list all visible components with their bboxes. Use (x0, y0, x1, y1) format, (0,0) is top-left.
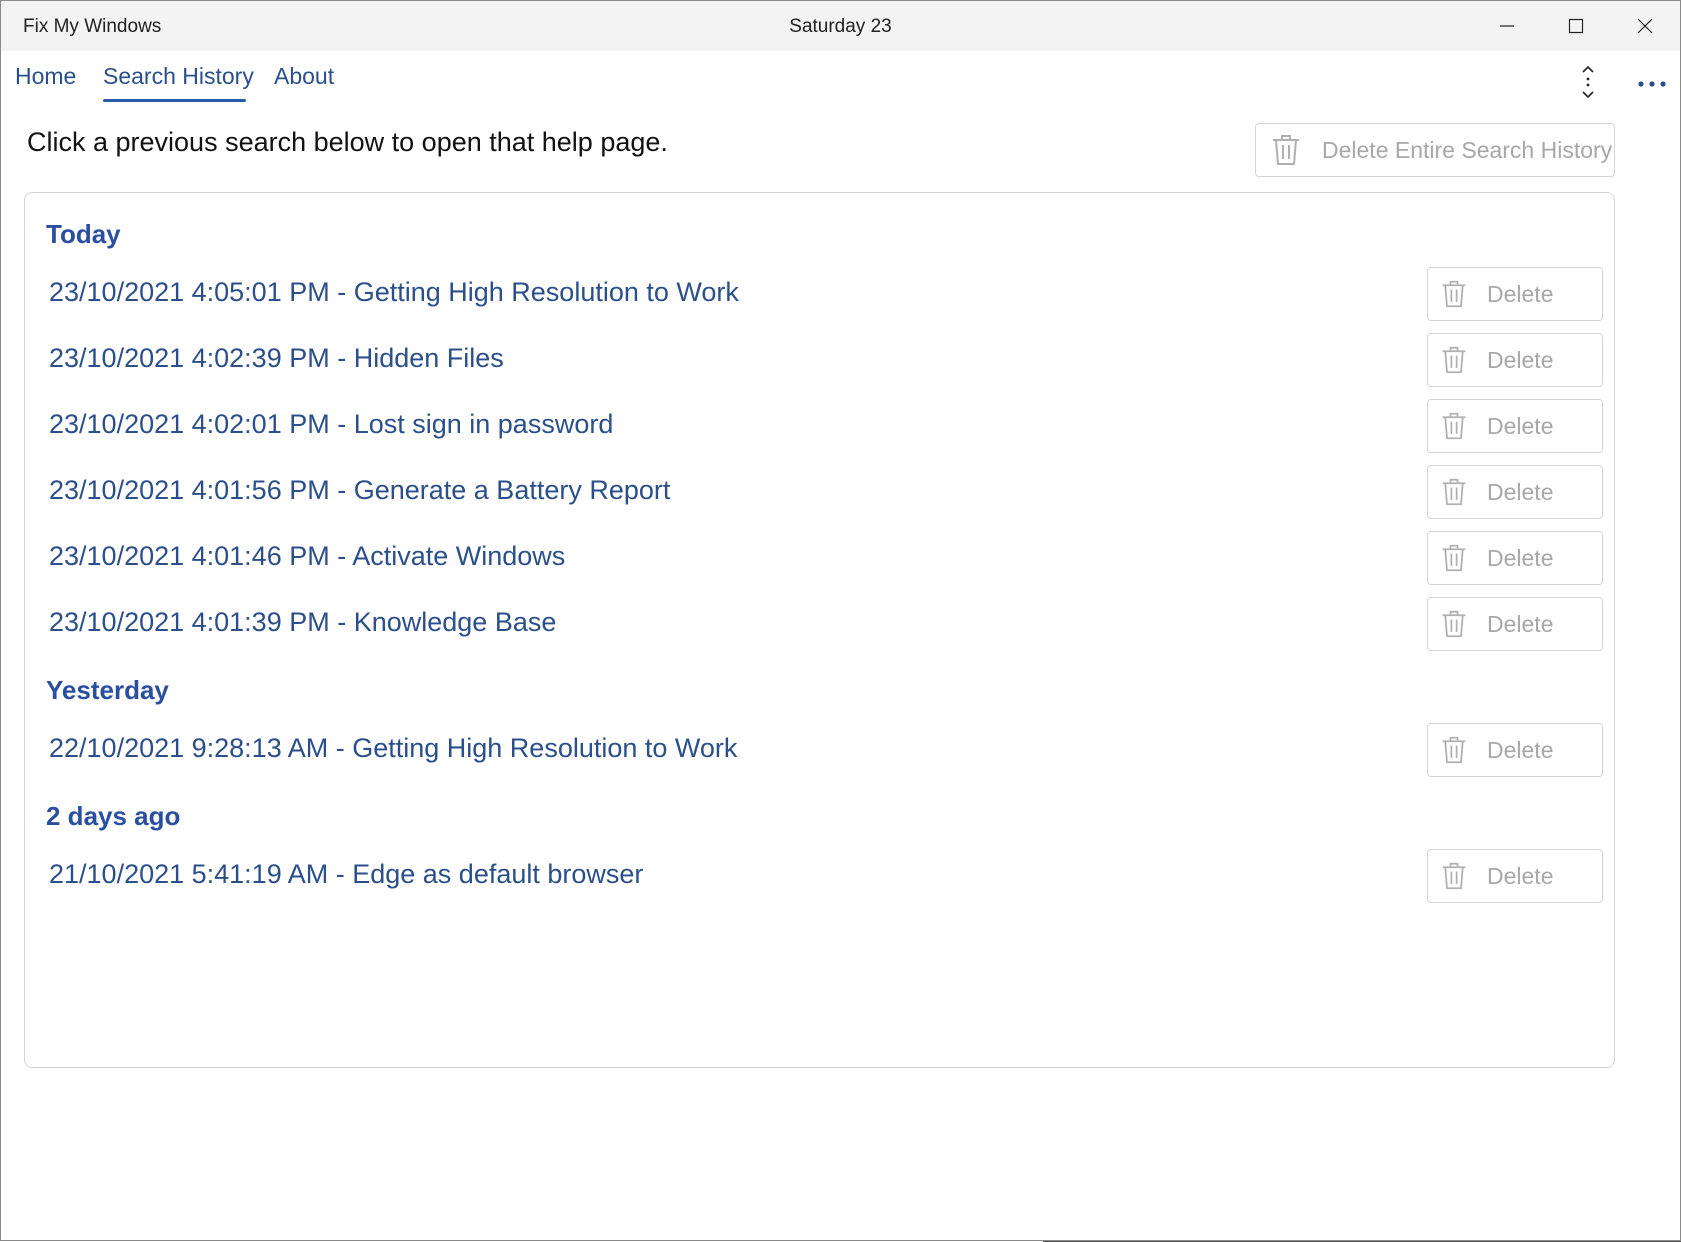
maximize-icon (1568, 18, 1584, 34)
close-button[interactable] (1611, 1, 1679, 51)
history-item-link[interactable]: 21/10/2021 5:41:19 AM - Edge as default … (49, 859, 643, 890)
delete-item-button[interactable]: Delete (1427, 333, 1603, 387)
nav-bar: Home Search History About (1, 51, 1680, 111)
delete-item-label: Delete (1487, 544, 1554, 571)
delete-item-label: Delete (1487, 346, 1554, 373)
history-row: 23/10/2021 4:01:39 PM - Knowledge Base D… (49, 597, 1604, 651)
trash-icon (1442, 280, 1466, 308)
history-item-link[interactable]: 23/10/2021 4:02:01 PM - Lost sign in pas… (49, 409, 613, 440)
history-item-link[interactable]: 23/10/2021 4:01:46 PM - Activate Windows (49, 541, 565, 572)
delete-item-label: Delete (1487, 280, 1554, 307)
delete-item-button[interactable]: Delete (1427, 531, 1603, 585)
delete-item-button[interactable]: Delete (1427, 723, 1603, 777)
tab-home[interactable]: Home (15, 63, 76, 90)
minimize-button[interactable] (1473, 1, 1541, 51)
history-row: 21/10/2021 5:41:19 AM - Edge as default … (49, 849, 1604, 903)
trash-icon (1442, 862, 1466, 890)
history-row: 23/10/2021 4:05:01 PM - Getting High Res… (49, 267, 1604, 321)
selected-tab-indicator (103, 99, 246, 102)
search-history-panel: Today 23/10/2021 4:05:01 PM - Getting Hi… (24, 192, 1615, 1068)
history-item-link[interactable]: 23/10/2021 4:02:39 PM - Hidden Files (49, 343, 504, 374)
instruction-text: Click a previous search below to open th… (27, 127, 668, 157)
trash-icon (1442, 478, 1466, 506)
delete-item-button[interactable]: Delete (1427, 399, 1603, 453)
group-header-2-days-ago: 2 days ago (46, 801, 181, 831)
trash-icon (1442, 736, 1466, 764)
history-row: 23/10/2021 4:01:46 PM - Activate Windows… (49, 531, 1604, 585)
tab-about[interactable]: About (274, 63, 334, 90)
trash-icon (1273, 135, 1299, 165)
close-icon (1637, 18, 1653, 34)
delete-item-label: Delete (1487, 478, 1554, 505)
history-row: 23/10/2021 4:02:01 PM - Lost sign in pas… (49, 399, 1604, 453)
delete-item-label: Delete (1487, 412, 1554, 439)
tab-search-history[interactable]: Search History (103, 63, 254, 90)
trash-icon (1442, 610, 1466, 638)
title-bar[interactable]: Fix My Windows Saturday 23 (1, 1, 1680, 51)
trash-icon (1442, 346, 1466, 374)
delete-item-label: Delete (1487, 736, 1554, 763)
group-header-today: Today (46, 219, 121, 249)
delete-item-button[interactable]: Delete (1427, 849, 1603, 903)
history-row: 23/10/2021 4:02:39 PM - Hidden Files Del… (49, 333, 1604, 387)
more-icon[interactable] (1637, 79, 1667, 89)
trash-icon (1442, 544, 1466, 572)
history-row: 23/10/2021 4:01:56 PM - Generate a Batte… (49, 465, 1604, 519)
delete-entire-history-label: Delete Entire Search History (1322, 136, 1613, 163)
delete-item-label: Delete (1487, 862, 1554, 889)
delete-item-label: Delete (1487, 610, 1554, 637)
delete-item-button[interactable]: Delete (1427, 465, 1603, 519)
history-row: 22/10/2021 9:28:13 AM - Getting High Res… (49, 723, 1604, 777)
history-item-link[interactable]: 23/10/2021 4:05:01 PM - Getting High Res… (49, 277, 739, 308)
delete-item-button[interactable]: Delete (1427, 267, 1603, 321)
minimize-icon (1500, 25, 1514, 27)
app-window: Fix My Windows Saturday 23 Home Search H… (0, 0, 1681, 1242)
delete-item-button[interactable]: Delete (1427, 597, 1603, 651)
delete-entire-history-button[interactable]: Delete Entire Search History (1255, 123, 1615, 177)
history-item-link[interactable]: 23/10/2021 4:01:39 PM - Knowledge Base (49, 607, 556, 638)
group-header-yesterday: Yesterday (46, 675, 169, 705)
history-item-link[interactable]: 23/10/2021 4:01:56 PM - Generate a Batte… (49, 475, 670, 506)
history-item-link[interactable]: 22/10/2021 9:28:13 AM - Getting High Res… (49, 733, 737, 764)
maximize-button[interactable] (1542, 1, 1610, 51)
window-center-title: Saturday 23 (789, 16, 892, 37)
trash-icon (1442, 412, 1466, 440)
sort-icon[interactable] (1576, 65, 1600, 99)
